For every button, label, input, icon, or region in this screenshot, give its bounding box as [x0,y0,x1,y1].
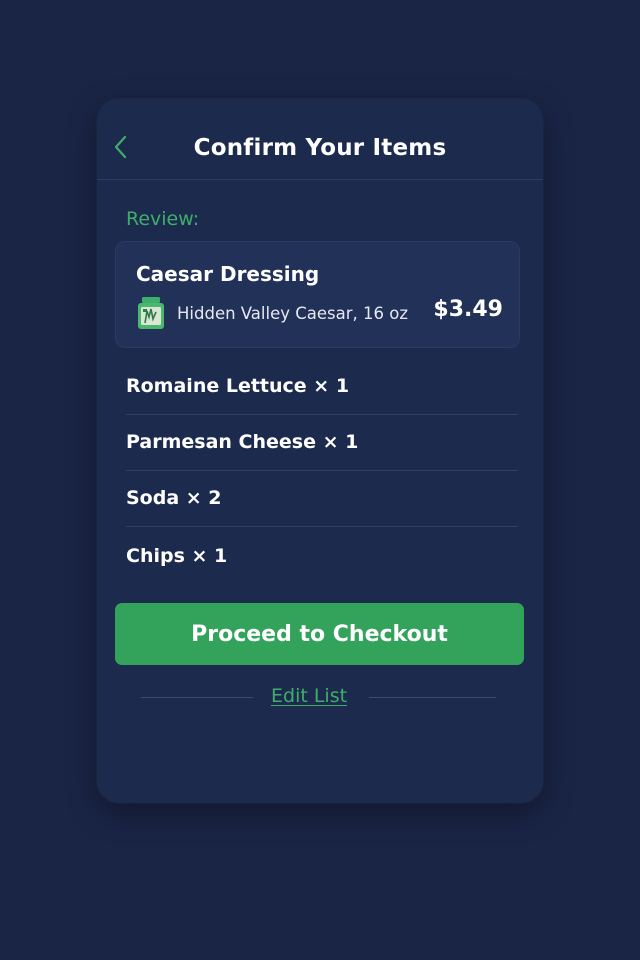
featured-item-card[interactable]: Caesar Dressing Hidden Valley Caesar, 16… [115,241,520,348]
list-item[interactable]: Parmesan Cheese × 1 [126,415,518,471]
confirm-items-card: Confirm Your Items Review: Caesar Dressi… [97,99,543,803]
review-label: Review: [126,208,200,230]
page-title: Confirm Your Items [193,135,447,161]
edit-list-link[interactable]: Edit List [271,685,347,707]
list-item[interactable]: Chips × 1 [126,527,518,583]
featured-item-price: $3.49 [433,297,503,322]
divider-right [369,697,496,698]
featured-item-name: Caesar Dressing [136,262,320,286]
item-list: Romaine Lettuce × 1 Parmesan Cheese × 1 … [126,359,518,583]
divider-left [141,697,253,698]
card-header: Confirm Your Items [97,99,543,180]
proceed-to-checkout-button[interactable]: Proceed to Checkout [115,603,524,665]
list-item[interactable]: Romaine Lettuce × 1 [126,359,518,415]
dressing-bottle-icon [136,297,166,329]
list-item[interactable]: Soda × 2 [126,471,518,527]
edit-list-row: Edit List [141,685,496,711]
featured-item-description: Hidden Valley Caesar, 16 oz [177,304,408,323]
